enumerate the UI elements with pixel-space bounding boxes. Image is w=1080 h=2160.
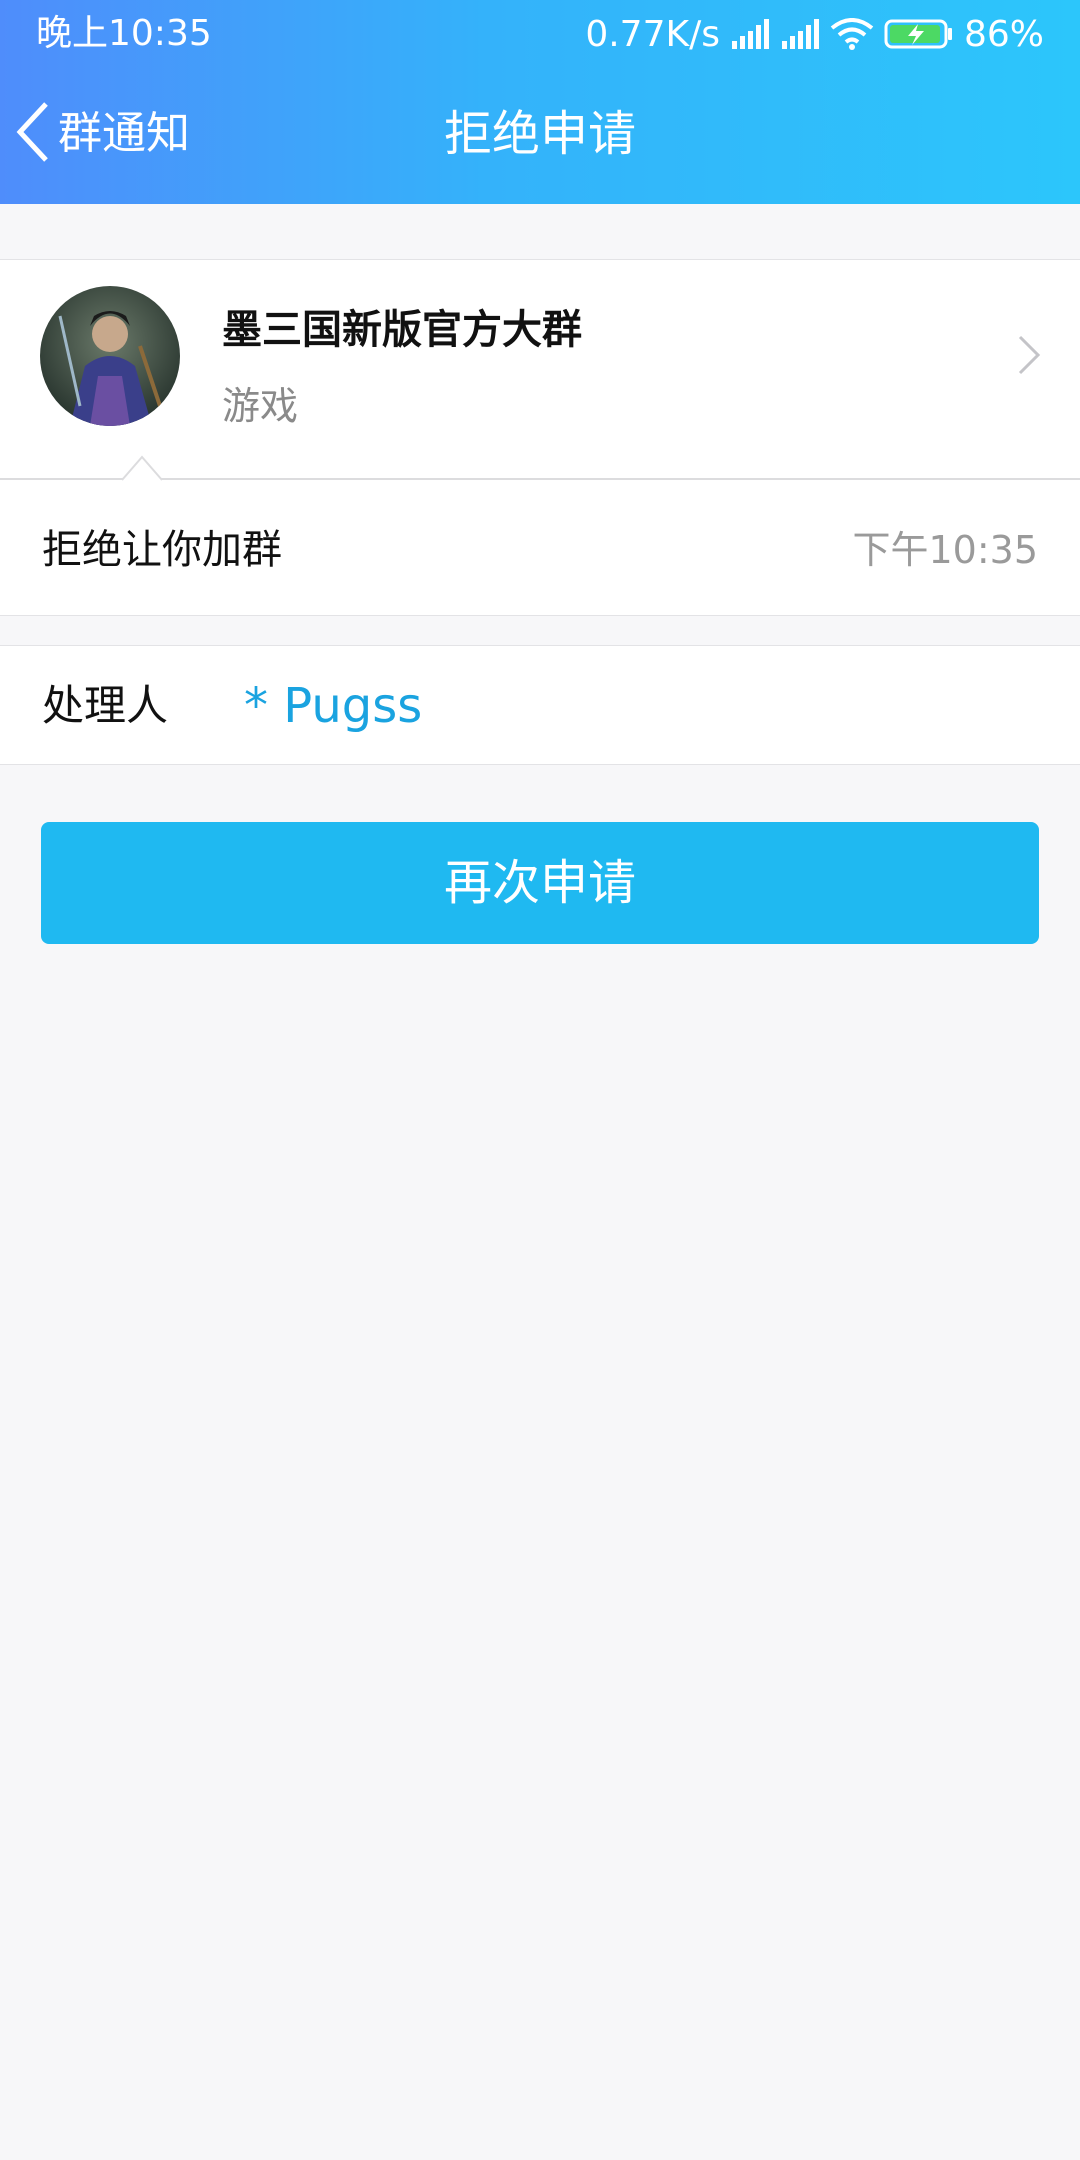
group-avatar	[40, 286, 180, 426]
rejection-time: 下午10:35	[852, 528, 1038, 572]
battery-charging-icon	[884, 18, 954, 50]
signal-icon	[780, 19, 820, 49]
group-card[interactable]	[0, 259, 1080, 479]
group-type: 游戏	[222, 384, 299, 428]
status-indicators: 0.77K/s 86%	[585, 12, 1044, 56]
network-speed: 0.77K/s	[585, 13, 720, 55]
signal-icon	[730, 19, 770, 49]
wifi-icon	[830, 18, 874, 50]
rejection-reason: 拒绝让你加群	[42, 527, 282, 573]
group-name: 墨三国新版官方大群	[222, 307, 582, 353]
chevron-right-icon	[1016, 333, 1042, 381]
handler-label: 处理人	[42, 681, 169, 730]
header: 晚上10:35 0.77K/s 86% 群通知 拒绝申请	[0, 0, 1080, 204]
nav-bar: 群通知 拒绝申请	[0, 68, 1080, 204]
handler-name-link[interactable]: * Pugss	[244, 676, 422, 736]
status-bar: 晚上10:35 0.77K/s 86%	[0, 0, 1080, 68]
divider	[0, 478, 1080, 480]
notch-pointer	[121, 455, 163, 485]
reapply-button[interactable]: 再次申请	[41, 822, 1039, 944]
status-time: 晚上10:35	[36, 13, 212, 54]
battery-percent: 86%	[963, 13, 1044, 55]
page-title: 拒绝申请	[443, 106, 636, 162]
